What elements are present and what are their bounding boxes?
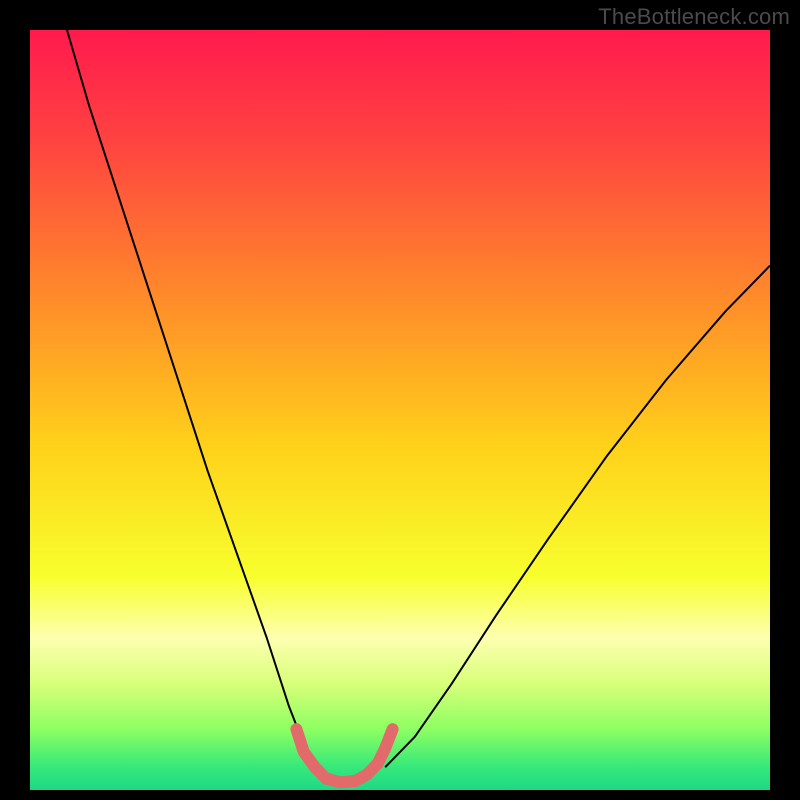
chart-container: TheBottleneck.com — [0, 0, 800, 800]
plot-background — [30, 30, 770, 790]
watermark-text: TheBottleneck.com — [598, 4, 790, 30]
chart-plot — [30, 30, 770, 790]
